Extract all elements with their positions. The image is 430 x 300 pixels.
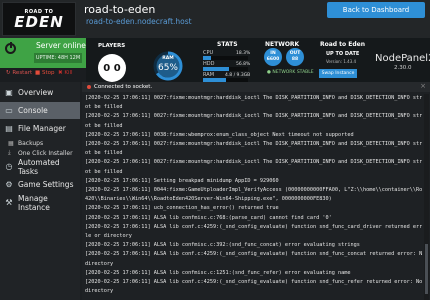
connection-text: Connected to socket. — [94, 84, 153, 90]
nodepanel-title: NodePanel2 — [375, 53, 430, 64]
ram-gauge: RAM 65% — [153, 51, 183, 81]
stat-hdd-value: 56.8% — [236, 62, 251, 67]
restart-label: Restart — [12, 70, 33, 76]
sidebar-item-automated-tasks[interactable]: ◷ Automated Tasks — [0, 157, 80, 176]
network-stable-badge: ● NETWORK STABLE — [267, 70, 314, 75]
console-line: ot be filled — [85, 168, 123, 175]
console-line: [2020-02-25 17:06:11] ALSA lib conf.c:42… — [85, 279, 422, 286]
sidebar-item-overview[interactable]: ▣ Overview — [0, 84, 80, 101]
console-line: [2020-02-25 17:06:11] ucb_connection_has… — [85, 205, 279, 212]
game-version: Version: 1.43.4 — [326, 59, 357, 64]
sidebar-subitem-label: One Click Installer — [18, 149, 73, 157]
console-line: [2020-02-25 17:06:11] 0027:fixme:mountmg… — [85, 141, 422, 148]
stop-label: Stop — [41, 70, 55, 76]
sidebar-item-label: Game Settings — [18, 180, 74, 189]
console-line: ot be filled — [85, 122, 123, 129]
header: ROAD TO EDEN road-to-eden road-to-eden.n… — [0, 0, 430, 38]
console-line: [2020-02-25 17:06:11] Setting breakpad m… — [85, 177, 279, 184]
stat-cpu-bar — [203, 56, 248, 60]
monitor-icon: ▣ — [5, 88, 13, 97]
stat-hdd-fill — [203, 67, 229, 71]
console-line: directory — [85, 288, 114, 295]
players-label: PLAYERS — [98, 43, 126, 49]
console-line: 420\\Binaries\\Win64\\RoadtoEden420Serve… — [85, 196, 332, 203]
console-scrollbar[interactable] — [424, 94, 429, 300]
stat-cpu-fill — [203, 56, 212, 60]
ram-percent: 65% — [158, 63, 178, 73]
sidebar-item-label: Manage Instance — [18, 193, 50, 212]
console-line: [2020-02-25 17:06:11] 0044:fixme:GameUtp… — [85, 187, 422, 194]
sidebar-item-file-manager[interactable]: ▤ File Manager — [0, 120, 80, 137]
uptime-badge: UPTIME: 48H 12M — [34, 53, 82, 63]
console-line: ot be filled — [85, 104, 123, 111]
game-logo[interactable]: ROAD TO EDEN — [2, 2, 76, 36]
console-line: [2020-02-25 17:06:11] 0027:fixme:mountmg… — [85, 95, 422, 101]
sidebar-subitem-label: Backups — [18, 139, 44, 147]
console-line: [2020-02-25 17:06:11] ALSA lib conf.c:42… — [85, 251, 422, 258]
console-panel: Connected to socket. × [2020-02-25 17:06… — [82, 82, 430, 300]
stop-button[interactable]: ■ Stop — [35, 70, 54, 76]
sidebar-item-manage-instance[interactable]: ⚒ Manage Instance — [0, 193, 80, 212]
close-icon[interactable]: × — [420, 82, 426, 90]
console-line: [2020-02-25 17:06:11] 0027:fixme:mountmg… — [85, 113, 422, 120]
kill-label: Kill — [64, 70, 73, 76]
restart-button[interactable]: ↻ Restart — [6, 70, 32, 76]
gear-icon: ⚙ — [5, 180, 13, 189]
connection-banner: Connected to socket. × — [82, 82, 430, 92]
server-controls: ↻ Restart ■ Stop ✖ Kill — [0, 68, 86, 82]
swap-instance-button[interactable]: Swap Instance — [319, 69, 357, 78]
ram-label: RAM — [162, 55, 174, 61]
console-line: [2020-02-25 17:06:11] 0038:fixme:wbempro… — [85, 131, 354, 138]
console-line: ot be filled — [85, 150, 123, 157]
console-line: [2020-02-25 17:06:11] 0027:fixme:mountmg… — [85, 159, 422, 166]
sidebar-item-label: File Manager — [18, 124, 66, 133]
logo-main-text: EDEN — [14, 12, 64, 31]
console-line: [2020-02-25 17:06:11] ALSA lib confmisc.… — [85, 269, 351, 276]
sidebar: ▣ Overview ▭ Console ▤ File Manager ▦ Ba… — [0, 82, 80, 300]
network-stable-text: NETWORK STABLE — [272, 70, 314, 75]
back-to-dashboard-button[interactable]: Back to Dashboard — [327, 2, 425, 18]
stats-label: STATS — [217, 41, 238, 48]
wrench-icon: ⚒ — [5, 198, 13, 207]
nodepanel-version: 2.30.0 — [394, 65, 412, 71]
server-title: road-to-eden — [84, 3, 156, 16]
console-line: le or directory — [85, 233, 132, 240]
console-line: directory — [85, 260, 114, 267]
folder-icon: ▤ — [5, 124, 13, 133]
console-line: [2020-02-25 17:06:11] ALSA lib conf.c:42… — [85, 223, 422, 230]
network-out-value: 88 — [291, 57, 299, 62]
sidebar-item-console[interactable]: ▭ Console — [0, 102, 80, 119]
network-label: NETWORK — [265, 41, 300, 48]
archive-icon: ▦ — [8, 139, 14, 147]
sidebar-subitem-one-click-installer[interactable]: ⤓ One Click Installer — [0, 148, 80, 158]
clock-icon: ◷ — [5, 162, 13, 171]
server-status-panel: Server online UPTIME: 48H 12M — [0, 38, 86, 68]
console-line: [2020-02-25 17:06:11] ALSA lib confmisc.… — [85, 242, 360, 249]
console-log[interactable]: [2020-02-25 17:06:11] 0027:fixme:mountmg… — [82, 94, 422, 300]
network-in-value: 6600 — [266, 57, 280, 62]
sidebar-item-label: Console — [18, 106, 48, 115]
network-in-indicator: IN 6600 — [264, 48, 282, 66]
kill-button[interactable]: ✖ Kill — [58, 70, 73, 76]
game-label: Road to Eden — [320, 41, 365, 48]
stat-ram-value: 4.8 / 9.3GB — [225, 73, 251, 78]
sidebar-item-game-settings[interactable]: ⚙ Game Settings — [0, 176, 80, 193]
stat-cpu-value: 18.3% — [236, 51, 251, 56]
console-line: [2020-02-25 17:06:11] ALSA lib confmisc.… — [85, 214, 332, 221]
power-icon — [5, 42, 16, 54]
server-host: road-to-eden.nodecraft.host — [86, 17, 192, 26]
sidebar-subitem-backups[interactable]: ▦ Backups — [0, 138, 80, 148]
update-status: UP TO DATE — [326, 51, 360, 57]
players-count: 0 0 — [98, 54, 126, 82]
sidebar-item-label: Overview — [18, 88, 54, 97]
sidebar-item-label: Automated Tasks — [18, 157, 60, 176]
scrollbar-thumb[interactable] — [425, 244, 428, 294]
stat-hdd-bar — [203, 67, 248, 71]
connection-status-dot — [87, 85, 91, 89]
download-icon: ⤓ — [8, 149, 11, 156]
server-state-text: Server online — [36, 41, 86, 50]
terminal-icon: ▭ — [5, 106, 13, 115]
network-out-indicator: OUT 88 — [286, 48, 304, 66]
